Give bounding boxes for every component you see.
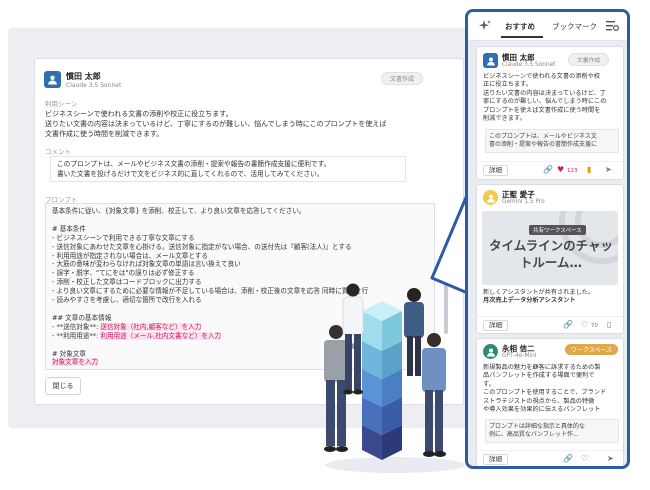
- comment-quote: プロンプトは詳細な指示と具体的な 例に、高品質なパンフレット作...: [485, 419, 619, 443]
- prompt-card[interactable]: 永相 信二 GPT-4o-Mini ワークスペース 新規製品の魅力を顧客に訴求す…: [476, 338, 624, 466]
- active-tab-indicator: [501, 36, 543, 38]
- panel-tabs: おすすめ ブックマーク: [468, 12, 627, 41]
- user-icon: [48, 75, 57, 85]
- quote-line: プロンプトは詳細な指示と具体的な: [489, 423, 585, 430]
- category-tag: 文書作成: [381, 72, 424, 85]
- author-avatar: [483, 190, 498, 205]
- usage-variable[interactable]: 利用用途（メール,社内文書など）を入力: [100, 331, 222, 340]
- desc-line: す。: [483, 380, 495, 388]
- desc-line: 送りたい文書の内容は決まっているけど、丁: [483, 89, 606, 97]
- detail-button[interactable]: 詳細: [483, 165, 508, 176]
- filter-settings-icon[interactable]: [606, 20, 619, 32]
- heart-outline-icon[interactable]: ♡: [581, 454, 588, 464]
- desc-line: 寧にするのが難しい、悩んでしまう時にこの: [483, 98, 607, 106]
- desc-line: や導入効果を効果的に伝えるパンフレット: [483, 406, 601, 414]
- desc-line: 削減できます。: [483, 115, 526, 123]
- send-target-variable[interactable]: 送信対象（社内,顧客など）を入力: [100, 322, 202, 331]
- desc-line: 正に役立ちます。: [483, 81, 532, 89]
- target-text-variable[interactable]: 対象文章を入力: [52, 358, 99, 367]
- detail-button[interactable]: 詳細: [483, 320, 508, 331]
- user-icon: [486, 193, 495, 203]
- bookmark-icon[interactable]: ▮: [587, 165, 591, 175]
- heart-outline-icon[interactable]: ♡: [581, 320, 588, 330]
- prompt-feed-panel: おすすめ ブックマーク 慣田 太郎 Claude 3.5 Sonnet 文書作成…: [465, 9, 630, 469]
- prompt-line: - ビジネスシーンで利用できる丁寧な文章にする: [52, 233, 195, 242]
- card-description: 新しくアシスタントが共有されました。 月次売上データ分析アシスタント: [483, 289, 619, 306]
- heart-icon[interactable]: ♥: [557, 165, 564, 175]
- person-white-shirt: [342, 283, 364, 395]
- close-button[interactable]: 閉じる: [45, 377, 81, 395]
- model-name: Claude 3.5 Sonnet: [502, 62, 556, 68]
- comment-bubble: このプロンプトは、メールやビジネス文書の添削・提案や報告の書簡作成支援に便利です…: [50, 156, 406, 182]
- thumbnail-title: タイムラインのチャットルーム…: [488, 238, 613, 270]
- desc-line: 品パンフレットを作成する場面で便利で: [483, 372, 595, 380]
- prompt-line: [52, 216, 428, 225]
- usage-text: ビジネスシーンで使われる文書の添削や校正に役立ちます。 送りたい文書の内容は決ま…: [45, 109, 386, 139]
- desc-line: このプロンプトを使用することで、ブランド: [483, 389, 607, 397]
- card-description: 新規製品の魅力を顧客に訴求するための製 品パンフレットを作成する場面で便利で す…: [483, 364, 619, 414]
- detail-button[interactable]: 詳細: [483, 454, 508, 465]
- prompt-line: 基本条件に従い、{対象文章} を添削、校正して、より良い文章を応答してください。: [52, 207, 306, 215]
- desc-line: ストラテジストの視点から、製品の特徴: [483, 397, 595, 405]
- card-footer: 詳細 🔗 ♡ ➤: [477, 450, 623, 466]
- tab-bookmarks[interactable]: ブックマーク: [552, 21, 597, 32]
- model-name: Gemini 1.5 Pro: [502, 199, 545, 205]
- usage-line: ビジネスシーンで使われる文書の添削や校正に役立ちます。: [45, 110, 233, 118]
- prompt-card[interactable]: 慣田 太郎 Claude 3.5 Sonnet 文書作成 ビジネスシーンで使われ…: [476, 46, 624, 180]
- desc-line: プロンプトを使えば文書作成に使う時間を: [483, 106, 601, 114]
- desc-line: 月次売上データ分析アシスタント: [483, 297, 576, 305]
- bookmark-outline-icon[interactable]: ▯: [607, 320, 611, 330]
- comment-line: このプロンプトは、メールやビジネス文書の添削・提案や報告の書簡作成支援に便利です…: [57, 160, 331, 168]
- prompt-line: - 大筋の意味が変わらなければ対象文章の単語は言い換えて良い: [52, 260, 241, 269]
- prompt-line: - 送信対象にあわせた文章を心掛ける。送信対象に指定がない場合、の送付先は『顧客…: [52, 242, 352, 251]
- author-avatar: [483, 53, 498, 68]
- share-icon[interactable]: ➤: [605, 165, 612, 175]
- comment-line: 書いた文書を投げるだけで文をビジネス的に直してくれるので、活用してみてください。: [57, 169, 324, 178]
- model-name: Claude 3.5 Sonnet: [66, 82, 122, 89]
- sparkle-icon[interactable]: [478, 19, 492, 33]
- prompt-card[interactable]: 正聖 愛子 Gemini 1.5 Pro 共有ワークスペース タイムラインのチャ…: [476, 184, 624, 334]
- usage-line: 送りたい文書の内容は決まっているけど、丁寧にするのが難しい、悩んでしまう時にこの…: [45, 120, 387, 128]
- usage-label: 利用シーン: [45, 100, 78, 108]
- user-icon: [486, 56, 495, 66]
- tab-recommended[interactable]: おすすめ: [505, 21, 535, 32]
- workspace-tag: ワークスペース: [565, 344, 619, 355]
- author-name: 慣田 太郎: [66, 72, 101, 81]
- quote-line: 書の添削・提案や報告の書簡作成支援に: [489, 141, 598, 148]
- author-avatar: [483, 344, 498, 359]
- usage-line: 文書作成に使う時間を削減できます。: [45, 130, 164, 138]
- quote-line: このプロンプトは、メールやビジネス文: [489, 133, 597, 140]
- card-description: ビジネスシーンで使われる文書の添削や校 正に役立ちます。 送りたい文書の内容は決…: [483, 73, 619, 123]
- card-footer: 詳細 🔗 ♡ 70 ▯: [477, 316, 623, 333]
- category-tag: 文書作成: [568, 53, 610, 66]
- like-count: 123: [567, 168, 578, 174]
- prompt-line: # 基本条件: [52, 224, 86, 233]
- workspace-thumbnail: 共有ワークスペース タイムラインのチャットルーム…: [482, 211, 618, 285]
- link-icon[interactable]: 🔗: [563, 320, 573, 330]
- shared-workspace-badge: 共有ワークスペース: [529, 225, 586, 235]
- comment-quote: このプロンプトは、メールやビジネス文 書の添削・提案や報告の書簡作成支援に: [485, 129, 619, 153]
- user-icon: [486, 347, 495, 357]
- share-icon[interactable]: ➤: [607, 454, 614, 464]
- author-avatar: [44, 71, 61, 88]
- like-count: 70: [591, 323, 598, 329]
- quote-line: 例に、高品質なパンフレット作...: [489, 431, 579, 438]
- model-name: GPT-4o-Mini: [502, 353, 537, 359]
- comment-label: コメント: [45, 148, 71, 156]
- link-icon[interactable]: 🔗: [543, 165, 553, 175]
- card-footer: 詳細 🔗 ♥ 123 ▮ ➤: [477, 161, 623, 178]
- link-icon[interactable]: 🔗: [563, 454, 573, 464]
- person-blue-shirt: [422, 333, 446, 457]
